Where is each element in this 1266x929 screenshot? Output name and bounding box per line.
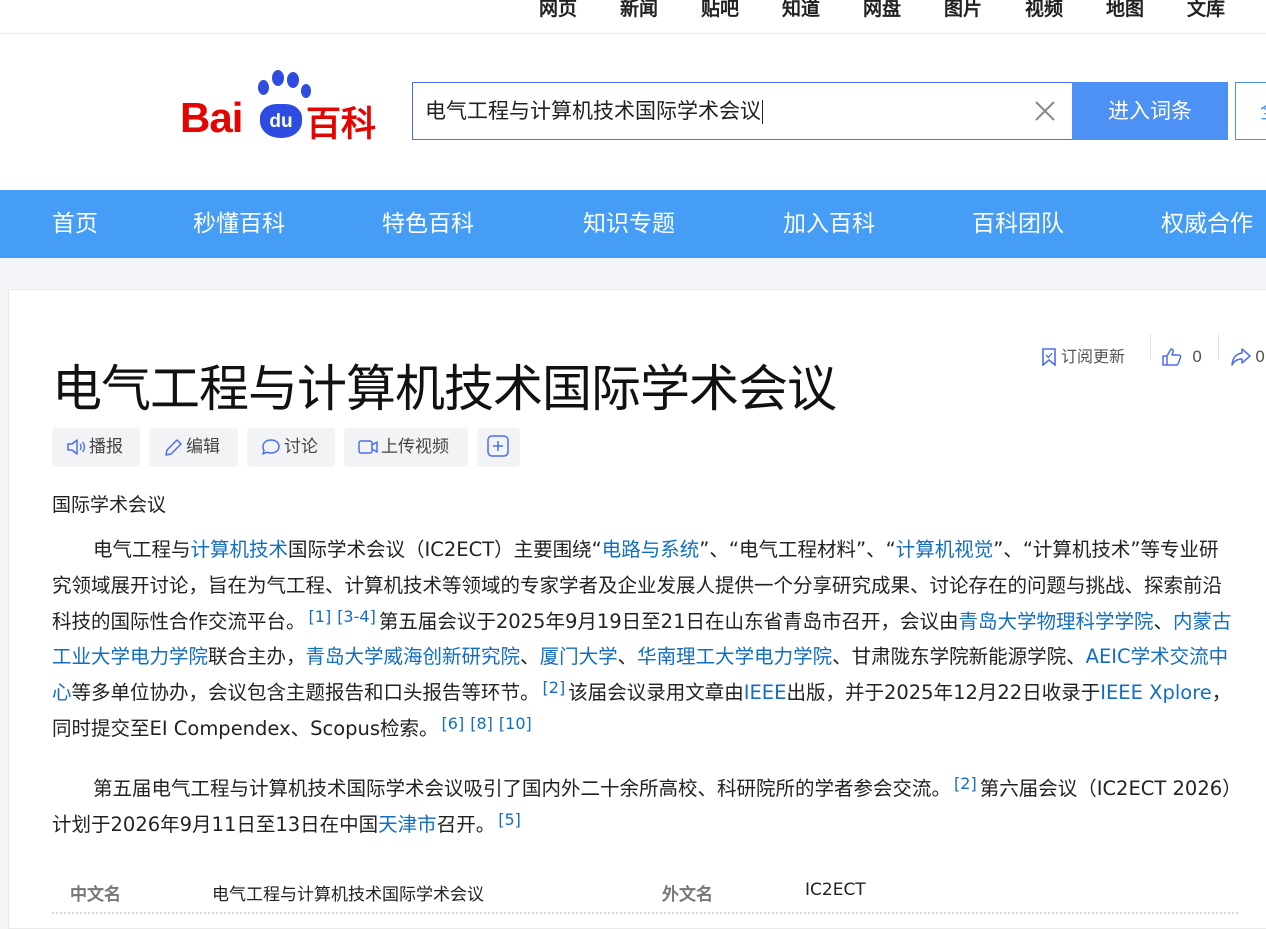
top-nav-tieba[interactable]: 贴吧 [701,0,739,21]
edit-button[interactable]: 编辑 [149,428,238,467]
paw-toe-icon [258,80,269,95]
text: 该届会议录用文章由 [568,681,744,705]
text: 电气工程与 [93,538,191,561]
broadcast-button[interactable]: 播报 [52,428,140,467]
reference-link[interactable]: [10] [499,714,532,733]
text: ”、“电气工程材料”、“ [699,538,896,561]
main-nav-team[interactable]: 百科团队 [972,190,1064,258]
paw-toe-icon [272,70,284,86]
top-nav-zhidao[interactable]: 知道 [782,0,820,21]
video-camera-icon [358,440,378,454]
main-nav: 首页 秒懂百科 特色百科 知识专题 加入百科 百科团队 权威合作 [0,190,1266,258]
main-nav-topics[interactable]: 知识专题 [583,190,675,258]
link-scut-electric[interactable]: 华南理工大学电力学院 [637,645,832,668]
top-nav-images[interactable]: 图片 [944,0,982,21]
search-input[interactable]: 电气工程与计算机技术国际学术会议 [412,82,1072,140]
text-caret [762,100,763,124]
reference-link[interactable]: [2] [954,774,977,793]
entry-subtitle: 国际学术会议 [52,494,167,516]
reference-link[interactable]: [3-4] [337,607,376,626]
thumbs-up-icon [1162,348,1182,366]
like-button[interactable]: 0 [1162,345,1202,369]
text: 出版，并于2025年12月22日收录于 [786,681,1101,705]
link-computer-technology[interactable]: 计算机技术 [191,538,289,561]
text: 、甘肃陇东学院新能源学院、 [832,645,1086,669]
top-nav-video[interactable]: 视频 [1025,0,1063,21]
link-ieee-xplore[interactable]: IEEE Xplore [1100,681,1212,704]
text: 联合主办， [208,645,306,669]
paw-toe-icon [287,72,299,88]
basic-info-table: 中文名 电气工程与计算机技术国际学术会议 外文名 IC2ECT [52,872,1238,914]
reference-link[interactable]: [8] [470,714,493,733]
divider [1218,334,1219,360]
reference-link[interactable]: [1] [309,607,332,626]
logo-baike: 百科 [306,105,377,145]
top-nav-news[interactable]: 新闻 [620,0,658,21]
cn-name-label: 中文名 [70,885,121,905]
reference-link[interactable]: [2] [543,678,566,697]
broadcast-label: 播报 [89,437,123,457]
link-qingdao-physics[interactable]: 青岛大学物理科学学院 [958,610,1153,633]
like-count: 0 [1192,347,1203,366]
link-xiamen-university[interactable]: 厦门大学 [540,645,618,668]
reference-link[interactable]: [6] [442,714,465,733]
pencil-icon [165,439,182,456]
enter-entry-button[interactable]: 进入词条 [1072,82,1228,140]
share-button[interactable]: 0 [1231,345,1265,369]
speaker-icon [67,439,86,455]
main-nav-home[interactable]: 首页 [52,190,98,258]
top-nav-web[interactable]: 网页 [539,0,577,21]
text: 、 [1153,609,1174,633]
text: 第五届电气工程与计算机技术国际学术会议吸引了国内外二十余所高校、科研院所的学者参… [93,777,952,800]
upload-video-label: 上传视频 [381,437,449,457]
add-button[interactable] [477,428,520,467]
upload-video-button[interactable]: 上传视频 [344,428,468,467]
text: 国际学术会议（IC2ECT）主要围绕“ [288,538,602,561]
en-name-label: 外文名 [662,885,713,905]
link-ieee[interactable]: IEEE [744,681,787,704]
plus-square-icon [487,435,509,457]
link-computer-vision[interactable]: 计算机视觉 [896,538,994,561]
share-icon [1231,348,1251,366]
main-nav-miaodong[interactable]: 秒懂百科 [193,190,285,258]
top-nav-wenku[interactable]: 文库 [1187,0,1225,21]
second-paragraph: 第五届电气工程与计算机技术国际学术会议吸引了国内外二十余所高校、科研院所的学者参… [52,771,1236,843]
summary-paragraph: 电气工程与计算机技术国际学术会议（IC2ECT）主要围绕“电路与系统”、“电气工… [52,532,1236,747]
chat-bubble-icon [262,439,280,455]
discuss-button[interactable]: 讨论 [247,428,335,467]
top-nav: 网页 新闻 贴吧 知道 网盘 图片 视频 地图 文库 [0,0,1266,34]
bookmark-icon [1042,348,1056,367]
text: 、 [520,645,540,669]
clear-icon[interactable] [1033,99,1057,123]
search-query[interactable]: 电气工程与计算机技术国际学术会议 [425,99,761,123]
logo-du: du [260,104,302,138]
text: 等多单位协办，会议包含主题报告和口头报告等环节。 [71,681,540,705]
subscribe-button[interactable]: 订阅更新 [1041,345,1125,369]
link-circuits-systems[interactable]: 电路与系统 [602,538,700,561]
top-nav-pan[interactable]: 网盘 [863,0,901,21]
cn-name-value: 电气工程与计算机技术国际学术会议 [212,885,484,905]
text: 召开。 [436,812,496,836]
reference-link[interactable]: [5] [498,810,521,829]
page-title: 电气工程与计算机技术国际学术会议 [52,360,837,418]
edit-label: 编辑 [186,437,220,457]
share-count: 0 [1255,347,1266,366]
main-nav-authority[interactable]: 权威合作 [1161,190,1253,258]
discuss-label: 讨论 [284,437,318,457]
top-nav-map[interactable]: 地图 [1106,0,1144,21]
baidu-baike-logo[interactable]: Bai du 百科 [180,68,395,145]
search-all-button[interactable]: 全 [1235,82,1266,140]
main-nav-featured[interactable]: 特色百科 [382,190,474,258]
subscribe-label: 订阅更新 [1061,347,1126,366]
logo-bai: Bai [180,94,243,141]
text: 第五届会议于2025年9月19日至21日在山东省青岛市召开，会议由 [378,609,959,633]
en-name-value: IC2ECT [805,880,866,900]
divider [1150,334,1151,360]
main-nav-join[interactable]: 加入百科 [783,190,875,258]
link-qingdao-weihai[interactable]: 青岛大学威海创新研究院 [306,645,521,668]
header: Bai du 百科 电气工程与计算机技术国际学术会议 进入词条 全 [0,34,1266,190]
link-tianjin[interactable]: 天津市 [378,813,437,836]
text: 、 [617,645,638,669]
